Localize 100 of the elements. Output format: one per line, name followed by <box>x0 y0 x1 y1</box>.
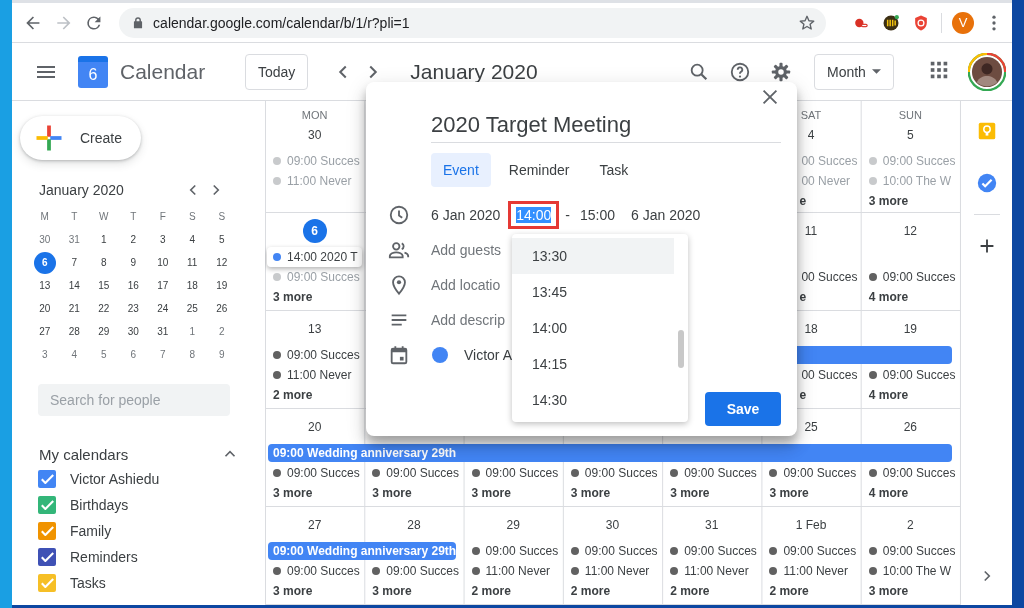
calendar-owner[interactable]: Victor A <box>464 346 512 363</box>
more-link[interactable]: 3 more <box>265 581 365 601</box>
star-icon[interactable] <box>798 13 816 32</box>
mini-calendar-date[interactable]: 12 <box>210 251 233 274</box>
mini-calendar-date[interactable]: 21 <box>63 297 86 320</box>
date-label[interactable]: 6 <box>302 219 327 243</box>
mini-calendar-date[interactable]: 18 <box>181 274 204 297</box>
help-icon[interactable] <box>729 60 751 83</box>
mini-calendar-date[interactable]: 7 <box>63 251 86 274</box>
mini-calendar-date[interactable]: 8 <box>92 251 115 274</box>
today-button[interactable]: Today <box>245 53 309 90</box>
mini-calendar-date[interactable]: 6 <box>33 251 56 274</box>
mini-calendar-date[interactable]: 10 <box>151 251 174 274</box>
time-option[interactable]: 14:30 <box>512 382 674 418</box>
more-link[interactable]: 2 more <box>265 385 365 405</box>
tab[interactable]: Reminder <box>496 153 582 187</box>
mini-calendar-date[interactable]: 11 <box>181 251 204 274</box>
calendar-event[interactable]: 09:00 Succes <box>366 561 462 581</box>
time-option[interactable]: 13:30 <box>512 238 674 274</box>
more-link[interactable]: 3 more <box>761 483 861 503</box>
mini-calendar-date[interactable]: 23 <box>122 297 145 320</box>
mini-calendar-date[interactable]: 25 <box>181 297 204 320</box>
more-link[interactable]: 3 more <box>860 191 960 211</box>
mini-calendar-date[interactable]: 13 <box>33 274 56 297</box>
calendar-event[interactable]: 11:00 Never <box>465 561 561 581</box>
calendar-event[interactable]: 09:00 Succes <box>267 561 363 581</box>
more-link[interactable]: 3 more <box>265 287 365 307</box>
more-link[interactable]: 2 more <box>761 581 861 601</box>
tab[interactable]: Event <box>431 153 491 187</box>
more-link[interactable]: 2 more <box>463 581 563 601</box>
calendar-event[interactable]: 09:00 Succes <box>763 463 859 483</box>
date-label[interactable]: 18 <box>799 317 824 341</box>
date-label[interactable]: 12 <box>898 219 923 243</box>
mini-calendar-date[interactable]: 8 <box>181 343 204 366</box>
mini-calendar-date[interactable]: 26 <box>210 297 233 320</box>
calendar-event[interactable]: 09:00 Succes <box>267 345 363 365</box>
draft-event[interactable]: 14:00 2020 T <box>267 247 363 267</box>
view-dropdown[interactable]: Month <box>814 53 894 90</box>
calendar-event[interactable]: 09:00 Succes <box>465 463 561 483</box>
more-link[interactable]: 3 more <box>364 483 464 503</box>
mini-calendar-date[interactable]: 29 <box>92 320 115 343</box>
start-date[interactable]: 6 Jan 2020 <box>431 206 501 223</box>
more-link[interactable]: 3 more <box>662 483 762 503</box>
date-label[interactable]: 29 <box>501 513 526 537</box>
time-option[interactable]: 14:15 <box>512 346 674 382</box>
mini-calendar-date[interactable]: 27 <box>33 320 56 343</box>
end-time[interactable]: 15:00 <box>576 206 620 223</box>
mini-calendar-date[interactable]: 20 <box>33 297 56 320</box>
date-label[interactable]: 26 <box>898 415 923 439</box>
date-label[interactable]: 13 <box>302 317 327 341</box>
date-label[interactable]: 30 <box>600 513 625 537</box>
date-label[interactable]: 1 Feb <box>791 513 831 537</box>
create-button[interactable]: Create <box>20 116 141 160</box>
date-label[interactable]: 31 <box>699 513 724 537</box>
mini-calendar-date[interactable]: 30 <box>122 320 145 343</box>
calendar-event[interactable]: 09:00 Succes <box>664 541 760 561</box>
mini-calendar-date[interactable]: 22 <box>92 297 115 320</box>
calendar-event[interactable]: 09:00 Succes <box>564 463 661 483</box>
more-link[interactable]: 3 more <box>860 581 960 601</box>
more-link[interactable]: 2 more <box>662 581 762 601</box>
calendar-event[interactable]: 09:00 Succes <box>862 463 958 483</box>
calendar-event[interactable]: 09:00 Succes <box>664 463 760 483</box>
time-option[interactable]: 14:00 <box>512 310 674 346</box>
mini-calendar-date[interactable]: 9 <box>122 251 145 274</box>
more-link[interactable]: 3 more <box>265 483 365 503</box>
more-link[interactable]: 2 more <box>562 581 663 601</box>
guests-field[interactable]: Add guests <box>431 241 510 258</box>
calendar-event[interactable]: 11:00 Never <box>763 561 859 581</box>
more-link[interactable]: 4 more <box>860 287 960 307</box>
search-field[interactable]: Search for people <box>38 384 230 416</box>
mini-calendar-date[interactable]: 4 <box>63 343 86 366</box>
mini-calendar-date[interactable]: 2 <box>122 228 145 251</box>
mini-calendar-date[interactable]: 16 <box>122 274 145 297</box>
mini-calendar-date[interactable]: 28 <box>63 320 86 343</box>
more-link[interactable]: 4 more <box>860 385 960 405</box>
mini-calendar-date[interactable]: 6 <box>122 343 145 366</box>
mini-calendar-date[interactable]: 31 <box>151 320 174 343</box>
calendar-event[interactable]: 11:00 Never <box>267 365 363 385</box>
calendar-event[interactable]: 09:00 Succes <box>366 463 462 483</box>
checkbox[interactable] <box>38 522 56 540</box>
extension-icon[interactable] <box>881 12 901 33</box>
date-label[interactable]: 30 <box>302 123 327 147</box>
checkbox[interactable] <box>38 548 56 566</box>
date-label[interactable]: 25 <box>799 415 824 439</box>
event-bar[interactable]: 09:00 Wedding anniversary 29th <box>268 444 952 462</box>
more-link[interactable]: 4 more <box>860 483 960 503</box>
more-link[interactable]: 3 more <box>562 483 663 503</box>
calendar-event[interactable]: 09:00 Succes <box>862 267 958 287</box>
date-label[interactable]: 19 <box>898 317 923 341</box>
mini-calendar-date[interactable]: 1 <box>92 228 115 251</box>
tab[interactable]: Task <box>587 153 641 187</box>
mini-calendar-date[interactable]: 24 <box>151 297 174 320</box>
date-label[interactable]: 2 <box>898 513 923 537</box>
scrollbar[interactable] <box>678 330 684 368</box>
mini-calendar-date[interactable]: 7 <box>151 343 174 366</box>
end-date[interactable]: 6 Jan 2020 <box>631 206 701 223</box>
description-field[interactable]: Add descrip <box>431 311 510 328</box>
calendar-event[interactable]: 09:00 Succes <box>564 541 661 561</box>
mini-calendar-date[interactable]: 3 <box>151 228 174 251</box>
date-label[interactable]: 28 <box>401 513 426 537</box>
